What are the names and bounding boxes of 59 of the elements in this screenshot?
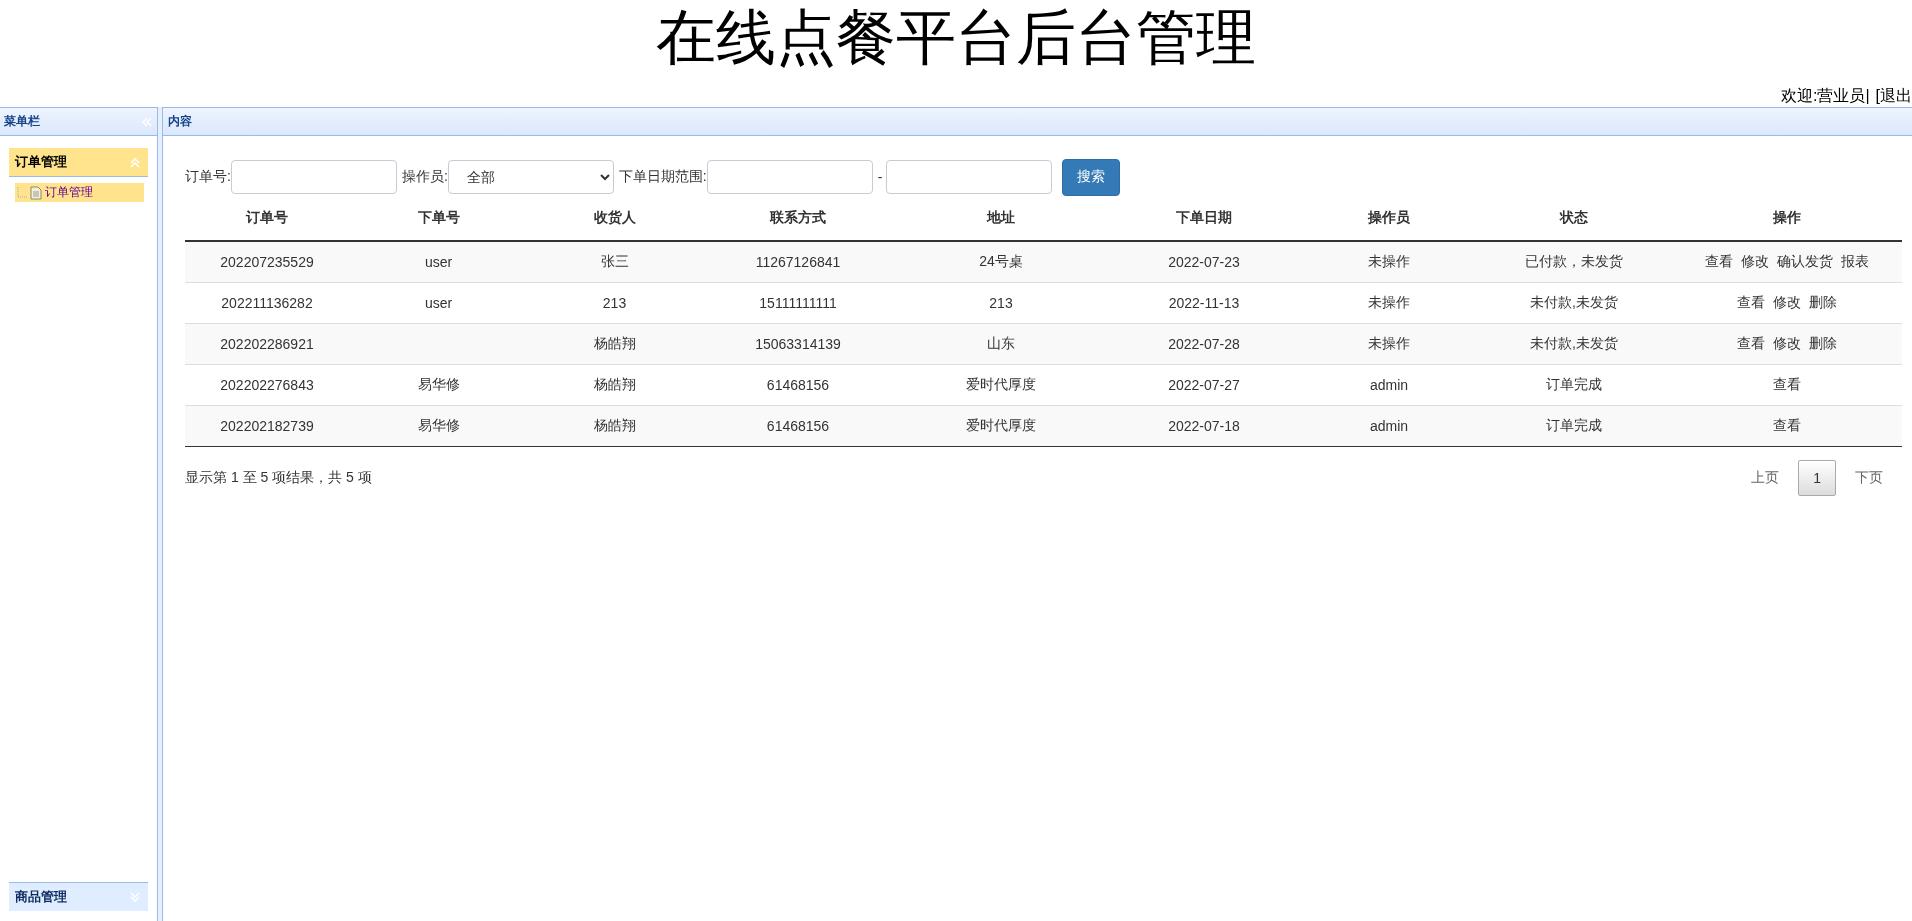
action-link[interactable]: 删除 <box>1808 294 1837 310</box>
action-link[interactable]: 修改 <box>1772 294 1801 310</box>
welcome-text: 欢迎:营业员| <box>1780 86 1870 106</box>
accordion-header[interactable]: 订单管理 <box>9 148 148 177</box>
table-cell: 61468156 <box>701 405 895 447</box>
table-cell: 11267126841 <box>701 241 895 283</box>
double-chevron-down-icon <box>128 890 142 904</box>
table-cell: 15063314139 <box>701 323 895 365</box>
table-cell: 杨皓翔 <box>528 323 701 365</box>
action-link[interactable]: 修改 <box>1772 335 1801 351</box>
field-label: 订单号: <box>185 168 231 186</box>
table-cell: user <box>349 241 528 283</box>
operator-select[interactable]: 全部 <box>447 160 614 194</box>
panel-title: 内容 <box>168 113 192 130</box>
field-label: 下单日期范围: <box>618 168 707 186</box>
table-cell: 易华修 <box>349 405 528 447</box>
range-separator: - <box>877 169 883 185</box>
table-cell: 已付款，未发货 <box>1477 241 1671 283</box>
panel-title: 菜单栏 <box>4 113 40 130</box>
action-link[interactable]: 查看 <box>1736 294 1765 310</box>
table-cell: 202207235529 <box>185 241 349 283</box>
start-date-field[interactable] <box>706 160 873 194</box>
table-cell: 未操作 <box>1301 241 1477 283</box>
collapse-icon[interactable] <box>141 115 153 128</box>
menu-item[interactable]: 订单管理 <box>15 183 144 202</box>
tree-line-icon <box>17 186 27 199</box>
double-chevron-up-icon <box>128 155 142 169</box>
table-cell: 202202182739 <box>185 405 349 447</box>
page-number-button[interactable]: 1 <box>1798 460 1836 496</box>
results-summary: 显示第 1 至 5 项结果，共 5 项 <box>185 469 372 487</box>
table-cell: admin <box>1301 405 1477 447</box>
action-link[interactable]: 删除 <box>1808 335 1837 351</box>
table-cell: 山东 <box>895 323 1107 365</box>
table-cell: 爱时代厚度 <box>895 405 1107 447</box>
action-link[interactable]: 查看 <box>1772 417 1801 433</box>
table-cell: 订单完成 <box>1477 405 1671 447</box>
document-icon <box>30 185 42 200</box>
action-link[interactable]: 查看 <box>1704 253 1733 269</box>
search-button[interactable]: 搜索 <box>1062 158 1121 196</box>
end-date-field[interactable] <box>886 160 1053 194</box>
table-cell: 未操作 <box>1301 323 1477 365</box>
action-link[interactable]: 修改 <box>1740 253 1769 269</box>
table-cell: 2022-07-28 <box>1107 323 1301 365</box>
table-cell: 张三 <box>528 241 701 283</box>
page-title: 在线点餐平台后台管理 <box>655 3 1257 73</box>
accordion-header[interactable]: 商品管理 <box>9 882 148 911</box>
action-link[interactable]: 确认发货 <box>1776 253 1833 269</box>
field-label: 操作员: <box>401 168 448 186</box>
action-link[interactable]: 查看 <box>1772 376 1801 392</box>
table-cell: 2022-07-18 <box>1107 405 1301 447</box>
order-number-field[interactable] <box>230 160 397 194</box>
action-link[interactable]: 报表 <box>1840 253 1869 269</box>
table-cell: 杨皓翔 <box>528 405 701 447</box>
table-cell: 202202286921 <box>185 323 349 365</box>
table-cell: 24号桌 <box>895 241 1107 283</box>
action-link[interactable]: 查看 <box>1736 335 1765 351</box>
logout-link[interactable]: [退出 <box>1875 86 1912 106</box>
table-cell: 未付款,未发货 <box>1477 323 1671 365</box>
table-cell: 2022-07-23 <box>1107 241 1301 283</box>
